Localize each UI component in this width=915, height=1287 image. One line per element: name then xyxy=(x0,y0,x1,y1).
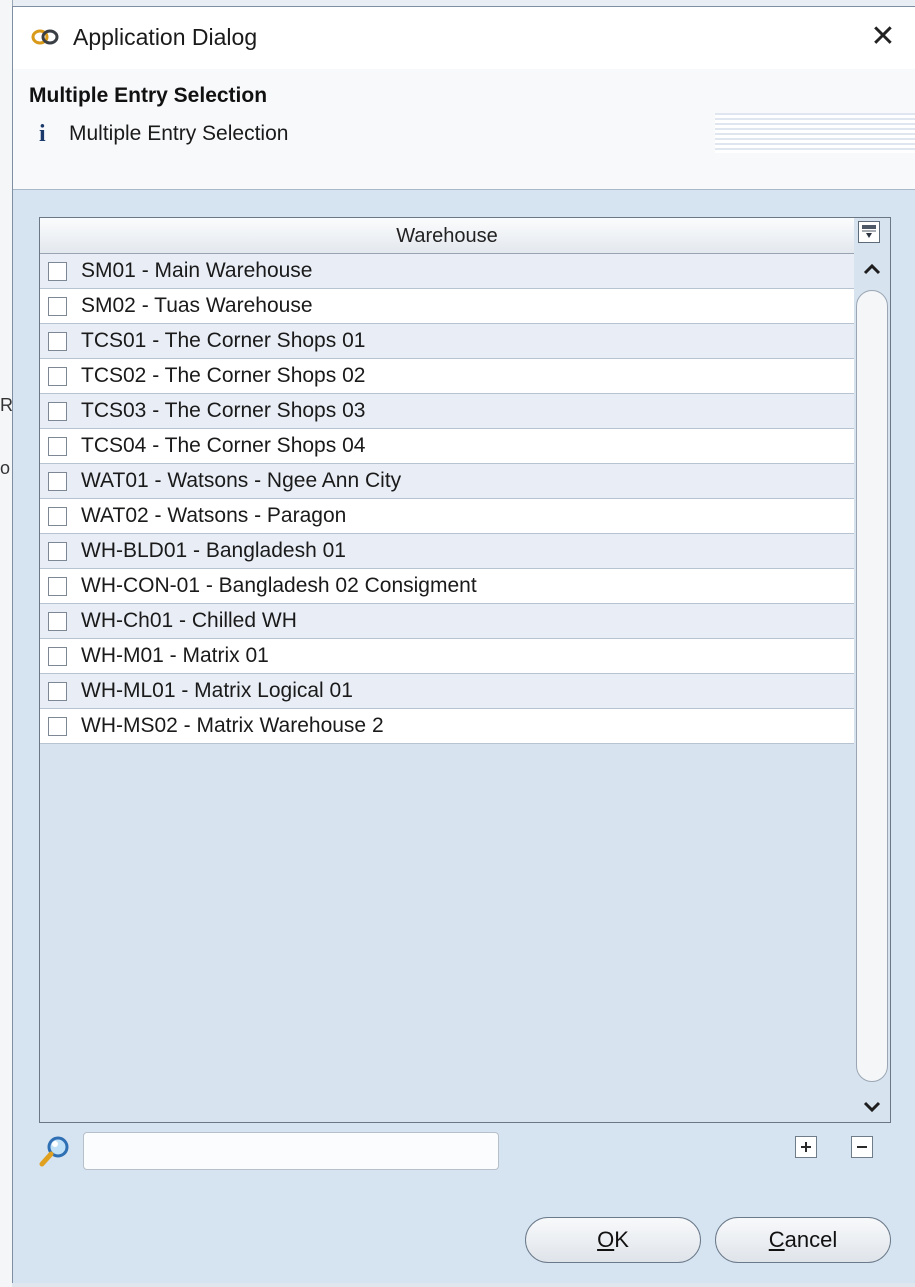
scroll-down-button[interactable] xyxy=(854,1092,890,1122)
vertical-scrollbar[interactable] xyxy=(854,254,890,1122)
scroll-up-button[interactable] xyxy=(854,254,890,284)
row-checkbox[interactable] xyxy=(48,366,67,386)
row-checkbox[interactable] xyxy=(48,436,67,456)
scroll-thumb[interactable] xyxy=(856,290,888,1082)
column-header-warehouse[interactable]: Warehouse xyxy=(40,218,854,254)
table-row[interactable]: SM01 - Main Warehouse xyxy=(40,254,854,289)
chevron-up-icon xyxy=(863,263,881,275)
expand-all-button[interactable] xyxy=(795,1136,817,1158)
table-row[interactable]: WH-Ch01 - Chilled WH xyxy=(40,604,854,639)
chevron-down-icon xyxy=(863,1101,881,1113)
row-label: WH-BLD01 - Bangladesh 01 xyxy=(81,539,346,562)
link-icon xyxy=(31,27,59,47)
warehouse-grid: Warehouse SM01 - Main Warehouse SM02 - Tu… xyxy=(39,217,891,1123)
row-label: WH-ML01 - Matrix Logical 01 xyxy=(81,679,353,702)
table-row[interactable]: WH-M01 - Matrix 01 xyxy=(40,639,854,674)
table-row[interactable]: WH-ML01 - Matrix Logical 01 xyxy=(40,674,854,709)
ok-button[interactable]: OK xyxy=(525,1217,701,1263)
background-text-fragment: o xyxy=(0,458,11,478)
row-checkbox[interactable] xyxy=(48,506,67,526)
title-bar: Application Dialog ✕ xyxy=(13,7,915,69)
warehouse-list: SM01 - Main Warehouse SM02 - Tuas Warehou… xyxy=(40,254,854,744)
row-checkbox[interactable] xyxy=(48,331,67,351)
application-dialog: Application Dialog ✕ Multiple Entry Sele… xyxy=(12,6,915,1283)
cancel-mnemonic: C xyxy=(768,1227,785,1252)
header-title: Multiple Entry Selection xyxy=(29,84,268,107)
row-checkbox[interactable] xyxy=(48,296,67,316)
header-banner-decoration xyxy=(715,113,915,153)
row-checkbox[interactable] xyxy=(48,401,67,421)
table-row[interactable]: TCS03 - The Corner Shops 03 xyxy=(40,394,854,429)
row-label: TCS02 - The Corner Shops 02 xyxy=(81,364,366,387)
row-label: WH-M01 - Matrix 01 xyxy=(81,644,269,667)
dialog-header: Multiple Entry Selection i Multiple Entr… xyxy=(13,69,915,190)
table-row[interactable]: WAT01 - Watsons - Ngee Ann City xyxy=(40,464,854,499)
window-title: Application Dialog xyxy=(73,24,258,50)
collapse-all-button[interactable] xyxy=(851,1136,873,1158)
row-label: WAT01 - Watsons - Ngee Ann City xyxy=(81,469,402,492)
table-row[interactable]: TCS04 - The Corner Shops 04 xyxy=(40,429,854,464)
header-message: Multiple Entry Selection xyxy=(69,122,289,145)
row-label: SM02 - Tuas Warehouse xyxy=(81,294,313,317)
row-label: TCS03 - The Corner Shops 03 xyxy=(81,399,366,422)
row-label: TCS01 - The Corner Shops 01 xyxy=(81,329,366,352)
row-checkbox[interactable] xyxy=(48,576,67,596)
search-input[interactable] xyxy=(83,1132,499,1170)
row-label: SM01 - Main Warehouse xyxy=(81,259,313,282)
column-chooser-icon[interactable] xyxy=(858,221,880,243)
table-row[interactable]: TCS01 - The Corner Shops 01 xyxy=(40,324,854,359)
row-label: WH-MS02 - Matrix Warehouse 2 xyxy=(81,714,384,737)
table-row[interactable]: TCS02 - The Corner Shops 02 xyxy=(40,359,854,394)
cancel-label: ancel xyxy=(784,1227,838,1252)
row-checkbox[interactable] xyxy=(48,681,67,701)
row-checkbox[interactable] xyxy=(48,716,67,736)
background-window-bottom xyxy=(12,1283,915,1287)
table-row[interactable]: WH-CON-01 - Bangladesh 02 Consigment xyxy=(40,569,854,604)
row-checkbox[interactable] xyxy=(48,541,67,561)
row-checkbox[interactable] xyxy=(48,611,67,631)
row-label: WH-CON-01 - Bangladesh 02 Consigment xyxy=(81,574,477,597)
cancel-button[interactable]: Cancel xyxy=(715,1217,891,1263)
table-row[interactable]: WH-BLD01 - Bangladesh 01 xyxy=(40,534,854,569)
row-label: WAT02 - Watsons - Paragon xyxy=(81,504,347,527)
close-icon: ✕ xyxy=(870,20,896,53)
row-checkbox[interactable] xyxy=(48,261,67,281)
row-label: TCS04 - The Corner Shops 04 xyxy=(81,434,366,457)
row-checkbox[interactable] xyxy=(48,646,67,666)
minus-box-icon xyxy=(857,1146,867,1148)
magnifier-icon xyxy=(37,1134,73,1170)
row-label: WH-Ch01 - Chilled WH xyxy=(81,609,297,632)
table-row[interactable]: WH-MS02 - Matrix Warehouse 2 xyxy=(40,709,854,744)
close-button[interactable]: ✕ xyxy=(865,19,901,55)
ok-label: K xyxy=(614,1227,629,1252)
ok-mnemonic: O xyxy=(597,1227,615,1252)
info-icon: i xyxy=(39,121,46,147)
table-row[interactable]: WAT02 - Watsons - Paragon xyxy=(40,499,854,534)
table-row[interactable]: SM02 - Tuas Warehouse xyxy=(40,289,854,324)
plus-box-icon xyxy=(801,1142,811,1152)
row-checkbox[interactable] xyxy=(48,471,67,491)
